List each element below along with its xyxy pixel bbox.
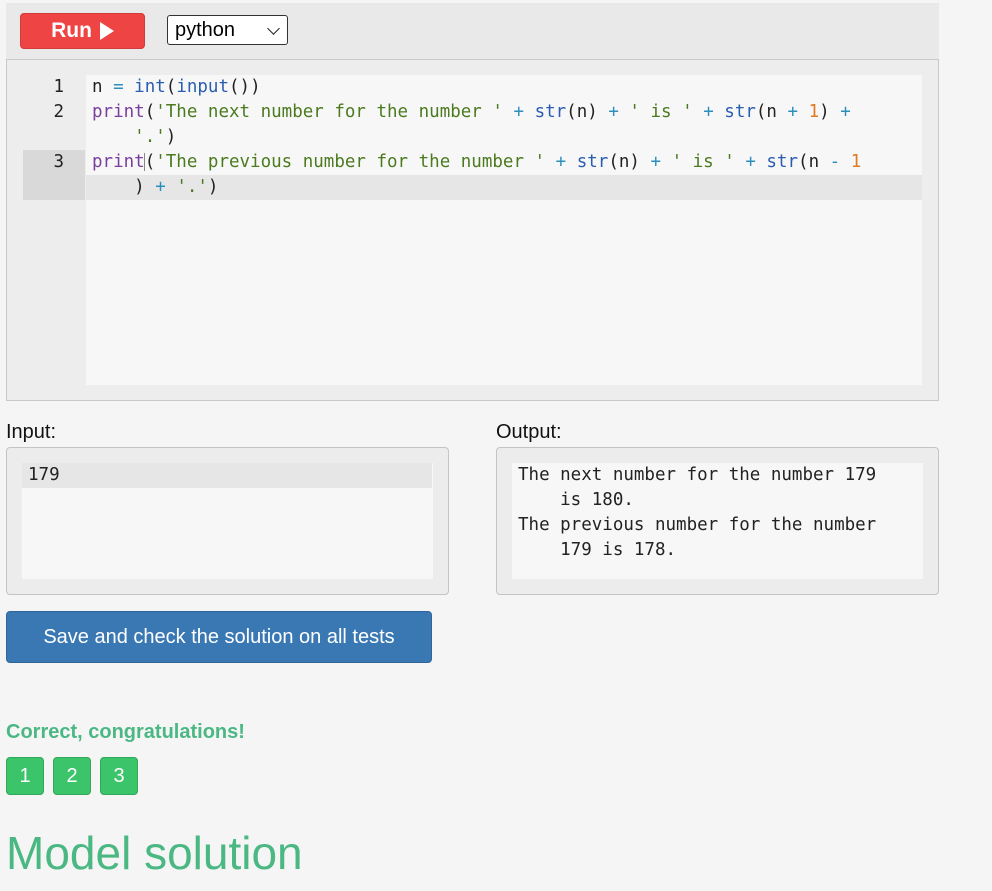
- line-number: 1: [53, 77, 64, 97]
- model-solution-heading: Model solution: [6, 827, 303, 879]
- output-line: is 180.: [518, 490, 634, 510]
- code-area[interactable]: n = int(input()) print('The next number …: [86, 75, 922, 385]
- test-badge-3[interactable]: 3: [100, 757, 138, 795]
- language-select[interactable]: python: [167, 15, 288, 45]
- chevron-down-icon: [267, 22, 280, 35]
- input-field[interactable]: 179: [22, 463, 433, 579]
- run-button[interactable]: Run: [20, 13, 145, 49]
- output-text: The next number for the number 179 is 18…: [518, 463, 876, 563]
- test-result-badges: 1 2 3: [6, 757, 138, 795]
- play-icon: [99, 22, 114, 40]
- input-value: 179: [22, 463, 432, 488]
- toolbar: Run python: [6, 3, 939, 59]
- output-line: The previous number for the number: [518, 515, 877, 535]
- output-panel: The next number for the number 179 is 18…: [496, 447, 939, 595]
- input-label: Input:: [6, 421, 57, 443]
- line-number: 2: [53, 102, 64, 122]
- run-button-label: Run: [51, 19, 92, 42]
- language-select-value: python: [175, 18, 236, 41]
- output-area: The next number for the number 179 is 18…: [512, 463, 923, 579]
- line-number-gutter: 1 2 3: [23, 75, 85, 385]
- output-line: The next number for the number 179: [518, 465, 877, 485]
- code-line-3: print('The previous number for the numbe…: [92, 152, 862, 172]
- save-and-check-button[interactable]: Save and check the solution on all tests: [6, 611, 432, 663]
- input-panel: 179: [6, 447, 449, 595]
- result-message: Correct, congratulations!: [6, 721, 245, 743]
- output-label: Output:: [496, 421, 562, 443]
- code-line-3-wrap: ) + '.'): [92, 177, 219, 197]
- code-line-1: n = int(input()): [92, 77, 261, 97]
- code-line-2-wrap: '.'): [134, 127, 177, 147]
- test-badge-2[interactable]: 2: [53, 757, 91, 795]
- test-badge-1[interactable]: 1: [6, 757, 44, 795]
- code-editor[interactable]: 1 2 3 n = int(input()) print('The next n…: [6, 59, 939, 401]
- code-line-2: print('The next number for the number ' …: [92, 102, 851, 122]
- line-number-active: 3: [23, 150, 85, 200]
- output-line: 179 is 178.: [518, 540, 677, 560]
